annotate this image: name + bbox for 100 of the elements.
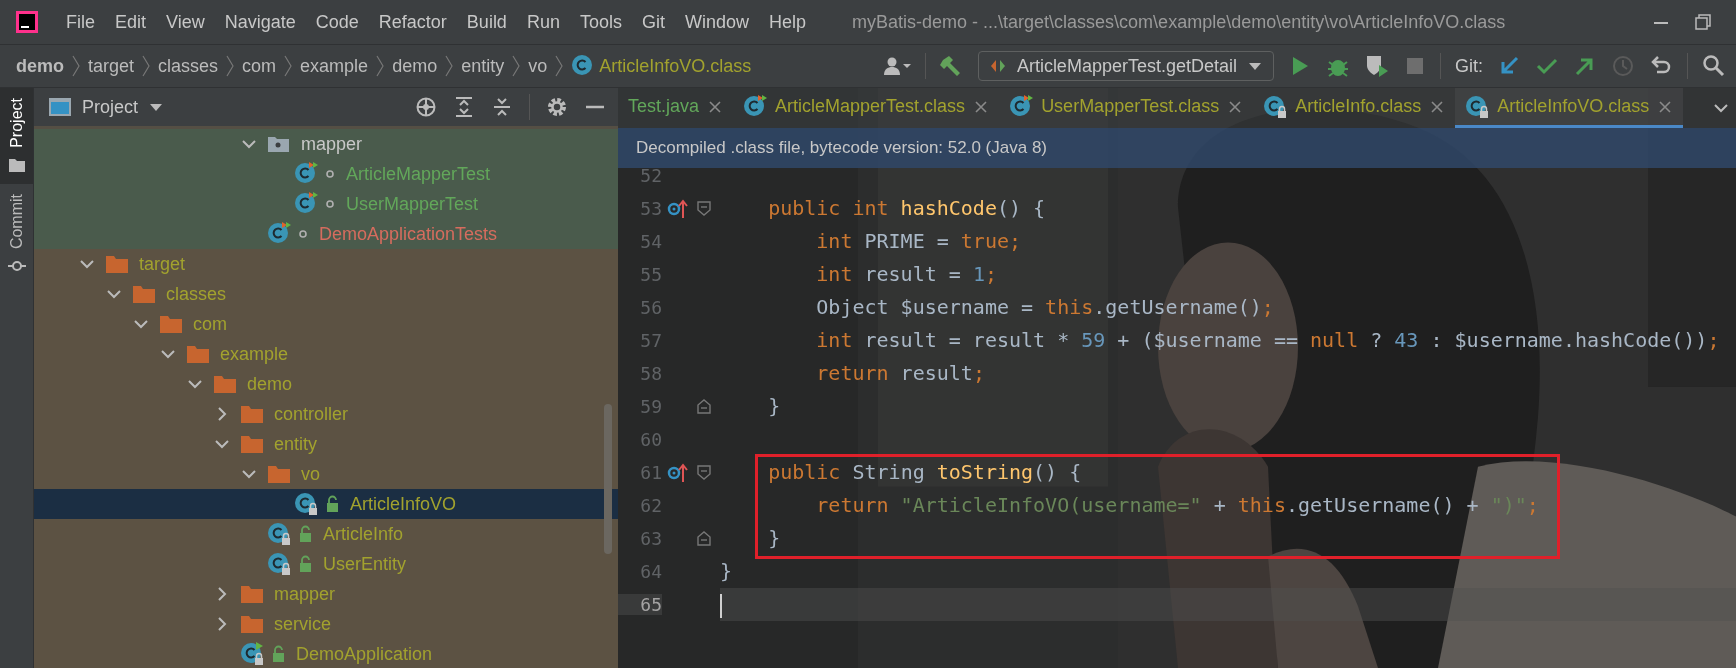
class-icon — [294, 492, 318, 516]
settings-icon[interactable] — [546, 96, 568, 118]
tree-item[interactable]: ArticleInfoVO — [34, 489, 618, 519]
menu-item[interactable]: Run — [516, 11, 570, 33]
code-line: int result = 1; — [815, 261, 998, 288]
menu-item[interactable]: Code — [305, 11, 369, 33]
breadcrumb[interactable]: demo — [392, 55, 438, 77]
menu-item[interactable]: Refactor — [368, 11, 457, 33]
fold-icon[interactable] — [696, 464, 712, 481]
menu-item[interactable]: Window — [674, 11, 759, 33]
run-configuration-dropdown[interactable]: ArticleMapperTest.getDetail — [977, 51, 1274, 81]
breadcrumb[interactable]: classes — [158, 55, 219, 77]
breadcrumb[interactable]: vo — [528, 55, 548, 77]
code-line: } — [767, 525, 782, 552]
menu-item[interactable]: Help — [759, 11, 817, 33]
user-icon[interactable] — [882, 55, 911, 77]
class-icon — [240, 642, 264, 666]
menu-item[interactable]: View — [156, 11, 215, 33]
line-number: 56 — [639, 297, 662, 318]
line-number: 57 — [639, 330, 662, 351]
breadcrumb-separator-icon — [375, 54, 386, 78]
folder-icon — [240, 613, 264, 635]
breadcrumb[interactable]: entity — [461, 55, 505, 77]
menu-item[interactable]: Tools — [569, 11, 632, 33]
close-icon[interactable] — [1227, 98, 1244, 115]
menu-item[interactable]: Git — [631, 11, 675, 33]
code-line: } — [767, 393, 782, 420]
line-number: 59 — [639, 396, 662, 417]
app-logo-icon — [16, 11, 38, 33]
folder-icon — [240, 403, 264, 425]
fold-icon[interactable] — [696, 398, 712, 415]
line-number: 52 — [639, 165, 662, 186]
lock-icon — [270, 645, 286, 663]
tree-item[interactable]: mapper — [34, 129, 618, 159]
crosshair-icon[interactable] — [415, 96, 437, 118]
code-line: int PRIME = true; — [815, 228, 1023, 255]
stop-icon[interactable] — [1404, 55, 1426, 77]
scrollbar[interactable] — [604, 404, 612, 554]
lock-icon — [324, 495, 340, 513]
tree-item[interactable]: DemoApplication — [34, 639, 618, 668]
close-icon[interactable] — [973, 98, 990, 115]
override-marker-icon[interactable] — [667, 461, 689, 484]
breadcrumb[interactable]: ArticleInfoVO.class — [599, 55, 752, 77]
breadcrumb[interactable]: example — [300, 55, 369, 77]
breadcrumb[interactable]: com — [242, 55, 277, 77]
breadcrumb-separator-icon — [511, 54, 522, 78]
tree-item[interactable]: mapper — [34, 579, 618, 609]
search-icon[interactable] — [1702, 54, 1726, 78]
folder-icon — [240, 583, 264, 605]
tree-item[interactable]: classes — [34, 279, 618, 309]
tree-item[interactable]: vo — [34, 459, 618, 489]
tree-item[interactable]: service — [34, 609, 618, 639]
tree-item[interactable]: target — [34, 249, 618, 279]
editor-tab[interactable]: Test.java — [618, 88, 734, 128]
fold-icon[interactable] — [696, 530, 712, 547]
breadcrumb[interactable]: demo — [16, 55, 64, 77]
class-icon — [267, 552, 291, 576]
menu-item[interactable]: Navigate — [214, 11, 306, 33]
side-tab[interactable]: Commit — [0, 183, 33, 285]
tree-item[interactable]: ArticleInfo — [34, 519, 618, 549]
code-line: int result = result * 59 + ($username == null ? 43 : $username.hashCode()); — [815, 327, 1721, 354]
restore-icon[interactable] — [1694, 13, 1712, 31]
editor-tab[interactable]: ArticleInfo.class — [1253, 88, 1456, 128]
side-tab[interactable]: Project — [0, 88, 33, 184]
breadcrumb-separator-icon — [444, 54, 455, 78]
tree-item[interactable]: UserEntity — [34, 549, 618, 579]
line-number: 58 — [639, 363, 662, 384]
line-number: 54 — [639, 231, 662, 252]
tree-item[interactable]: entity — [34, 429, 618, 459]
line-number: 64 — [639, 561, 662, 582]
editor-tab[interactable]: ArticleMapperTest.class — [733, 88, 1000, 128]
code-line: return result; — [815, 360, 986, 387]
git-label: Git: — [1455, 55, 1483, 77]
circle-marker-icon — [297, 228, 309, 240]
text-cursor — [720, 593, 722, 618]
tree-item[interactable]: controller — [34, 399, 618, 429]
collapse-all-icon[interactable] — [491, 96, 513, 118]
tree-item[interactable]: demo — [34, 369, 618, 399]
editor-tab[interactable]: ArticleInfoVO.class — [1455, 88, 1684, 128]
close-icon[interactable] — [707, 98, 724, 115]
info-banner: Decompiled .class file, bytecode version: 52.0 (Java 8) — [618, 128, 1736, 168]
tree-item[interactable]: com — [34, 309, 618, 339]
close-icon[interactable] — [1429, 98, 1446, 115]
line-number: 61 — [639, 462, 662, 483]
fold-icon[interactable] — [696, 200, 712, 217]
menu-item[interactable]: File — [56, 11, 105, 33]
line-number: 62 — [639, 495, 662, 516]
editor-tab[interactable]: UserMapperTest.class — [999, 88, 1254, 128]
coverage-icon[interactable] — [1364, 53, 1390, 79]
override-marker-icon[interactable] — [667, 197, 689, 220]
panel-title[interactable]: Project — [82, 96, 139, 118]
menu-item[interactable]: Edit — [105, 11, 157, 33]
close-icon[interactable] — [1657, 98, 1674, 115]
tree-item[interactable]: example — [34, 339, 618, 369]
folder-icon — [213, 373, 237, 395]
folder-icon — [186, 343, 210, 365]
breadcrumb[interactable]: target — [88, 55, 135, 77]
class-icon — [1465, 94, 1490, 119]
expand-all-icon[interactable] — [453, 96, 475, 118]
menu-item[interactable]: Build — [456, 11, 517, 33]
